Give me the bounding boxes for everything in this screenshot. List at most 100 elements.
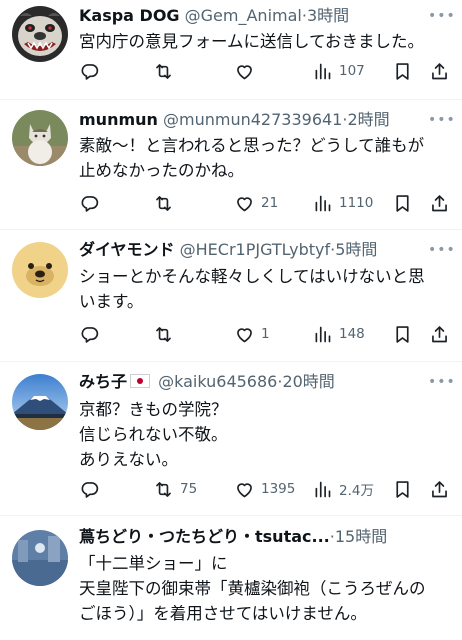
views-button[interactable]: 148 bbox=[312, 321, 365, 347]
timestamp[interactable]: 2時間 bbox=[347, 110, 389, 129]
share-button[interactable] bbox=[429, 58, 450, 84]
retweet-icon bbox=[156, 481, 171, 497]
display-name[interactable]: munmun bbox=[79, 110, 158, 129]
tweet-text-line: 止めなかったのかね。 bbox=[79, 161, 244, 180]
bear-avatar bbox=[12, 242, 68, 298]
timestamp[interactable]: 15時間 bbox=[335, 527, 387, 546]
like-count: 1 bbox=[261, 326, 270, 342]
more-options-icon[interactable]: ••• bbox=[428, 110, 455, 130]
action-bar: 107 bbox=[79, 58, 454, 84]
avatar[interactable] bbox=[12, 242, 68, 298]
retweet-button[interactable] bbox=[153, 190, 180, 216]
retweet-button[interactable] bbox=[153, 58, 180, 84]
more-options-icon[interactable]: ••• bbox=[428, 240, 455, 260]
action-bar: 75 1395 2.4万 bbox=[79, 476, 454, 502]
tweet-text-line: ごほう）」を着用させてはいけません。 bbox=[79, 604, 367, 623]
tweet-text-line: 宮内庁の意見フォームに送信しておきました。 bbox=[79, 32, 425, 51]
reply-button[interactable] bbox=[79, 190, 106, 216]
display-name[interactable]: みち子 bbox=[79, 372, 127, 391]
tweet-text: ショーとかそんな軽々しくしてはいけないと思 います。 bbox=[79, 264, 452, 314]
timestamp[interactable]: 3時間 bbox=[307, 6, 349, 25]
views-bar-chart-icon bbox=[315, 326, 331, 342]
more-options-icon[interactable]: ••• bbox=[428, 372, 455, 392]
retweet-icon bbox=[156, 195, 171, 211]
views-bar-chart-icon bbox=[315, 195, 331, 211]
tweet-text-line: 天皇陛下の御束帯「黄櫨染御袍（こうろぜんの bbox=[79, 579, 426, 598]
retweet-button[interactable] bbox=[153, 321, 180, 347]
blue-landscape-avatar bbox=[12, 530, 68, 586]
like-button[interactable]: 1 bbox=[234, 321, 270, 347]
tweet-text-line: ありえない。 bbox=[79, 450, 178, 469]
share-button[interactable] bbox=[429, 321, 450, 347]
share-icon bbox=[432, 194, 447, 211]
like-count: 1395 bbox=[261, 481, 296, 497]
handle[interactable]: @Gem_Animal bbox=[185, 6, 302, 25]
heart-icon bbox=[237, 327, 252, 342]
share-icon bbox=[432, 480, 447, 497]
avatar[interactable] bbox=[12, 6, 68, 62]
timestamp[interactable]: 5時間 bbox=[335, 240, 377, 259]
tweet-text-line: います。 bbox=[79, 292, 144, 311]
bookmark-button[interactable] bbox=[392, 190, 413, 216]
tweet-header: Kaspa DOG @Gem_Animal·3時間 bbox=[79, 4, 428, 28]
like-button[interactable] bbox=[234, 58, 261, 84]
bookmark-button[interactable] bbox=[392, 476, 413, 502]
avatar[interactable] bbox=[12, 374, 68, 430]
avatar[interactable] bbox=[12, 110, 68, 166]
share-button[interactable] bbox=[429, 190, 450, 216]
view-count: 1110 bbox=[339, 195, 374, 211]
tweet[interactable]: Kaspa DOG @Gem_Animal·3時間 ••• 宮内庁の意見フォーム… bbox=[0, 0, 462, 100]
tweet-header: 蔦ちどり・つたちどり・tsutac...·15時間 bbox=[79, 525, 454, 549]
retweet-icon bbox=[156, 326, 171, 342]
views-button[interactable]: 107 bbox=[312, 58, 365, 84]
avatar[interactable] bbox=[12, 530, 68, 586]
reply-button[interactable] bbox=[79, 321, 106, 347]
tweet-text: 素敵〜！と言われると思った？どうして誰もが 止めなかったのかね。 bbox=[79, 133, 452, 183]
bulldog-avatar bbox=[12, 6, 68, 62]
tweet-text-line: 信じられない不敬。 bbox=[79, 425, 228, 444]
view-count: 2.4万 bbox=[339, 483, 374, 499]
handle[interactable]: @kaiku645686 bbox=[158, 372, 277, 391]
share-icon bbox=[432, 325, 447, 342]
japan-flag-icon bbox=[130, 374, 151, 388]
handle[interactable]: @munmun427339641 bbox=[163, 110, 342, 129]
timestamp[interactable]: 20時間 bbox=[282, 372, 334, 391]
views-button[interactable]: 1110 bbox=[312, 190, 373, 216]
mount-fuji-avatar bbox=[12, 374, 68, 430]
handle[interactable]: @HECr1PJGTLybtyf bbox=[180, 240, 330, 259]
tweet-text-line: ショーとかそんな軽々しくしてはいけないと思 bbox=[79, 267, 425, 286]
tweet-text-line: 「十二単ショー」に bbox=[79, 554, 228, 573]
bookmark-button[interactable] bbox=[392, 58, 413, 84]
retweet-button[interactable]: 75 bbox=[153, 476, 197, 502]
tweet-text: 宮内庁の意見フォームに送信しておきました。 bbox=[79, 29, 452, 54]
reply-button[interactable] bbox=[79, 58, 106, 84]
reply-icon bbox=[81, 63, 99, 80]
more-options-icon[interactable]: ••• bbox=[428, 6, 455, 26]
heart-icon bbox=[237, 482, 252, 497]
reply-icon bbox=[81, 326, 99, 343]
like-count: 21 bbox=[261, 195, 279, 211]
tweet[interactable]: munmun @munmun427339641·2時間 ••• 素敵〜！と言われ… bbox=[0, 100, 462, 230]
retweet-icon bbox=[156, 63, 171, 79]
heart-icon bbox=[237, 64, 252, 79]
tweet-text: 京都？きもの学院？ 信じられない不敬。 ありえない。 bbox=[79, 397, 452, 472]
views-bar-chart-icon bbox=[315, 63, 331, 79]
bookmark-icon bbox=[396, 194, 409, 212]
tweet[interactable]: みち子 @kaiku645686·20時間 ••• 京都？きもの学院？ 信じられ… bbox=[0, 362, 462, 516]
display-name[interactable]: ダイヤモンド bbox=[79, 240, 175, 259]
share-button[interactable] bbox=[429, 476, 450, 502]
display-name[interactable]: Kaspa DOG bbox=[79, 6, 180, 25]
like-button[interactable]: 21 bbox=[234, 190, 278, 216]
tweet[interactable]: 蔦ちどり・つたちどり・tsutac...·15時間 「十二単ショー」に 天皇陛下… bbox=[0, 516, 462, 640]
tweet-text-line: 素敵〜！と言われると思った？どうして誰もが bbox=[79, 136, 425, 155]
display-name[interactable]: 蔦ちどり・つたちどり・tsutac... bbox=[79, 527, 330, 546]
tweet-header: みち子 @kaiku645686·20時間 bbox=[79, 370, 428, 394]
reply-button[interactable] bbox=[79, 476, 106, 502]
tweet[interactable]: ダイヤモンド @HECr1PJGTLybtyf·5時間 ••• ショーとかそんな… bbox=[0, 230, 462, 362]
bookmark-icon bbox=[396, 325, 409, 343]
like-button[interactable]: 1395 bbox=[234, 476, 295, 502]
view-count: 107 bbox=[339, 63, 365, 79]
bookmark-button[interactable] bbox=[392, 321, 413, 347]
views-button[interactable]: 2.4万 bbox=[312, 476, 374, 502]
tweet-text-line: 京都？きもの学院？ bbox=[79, 400, 228, 419]
